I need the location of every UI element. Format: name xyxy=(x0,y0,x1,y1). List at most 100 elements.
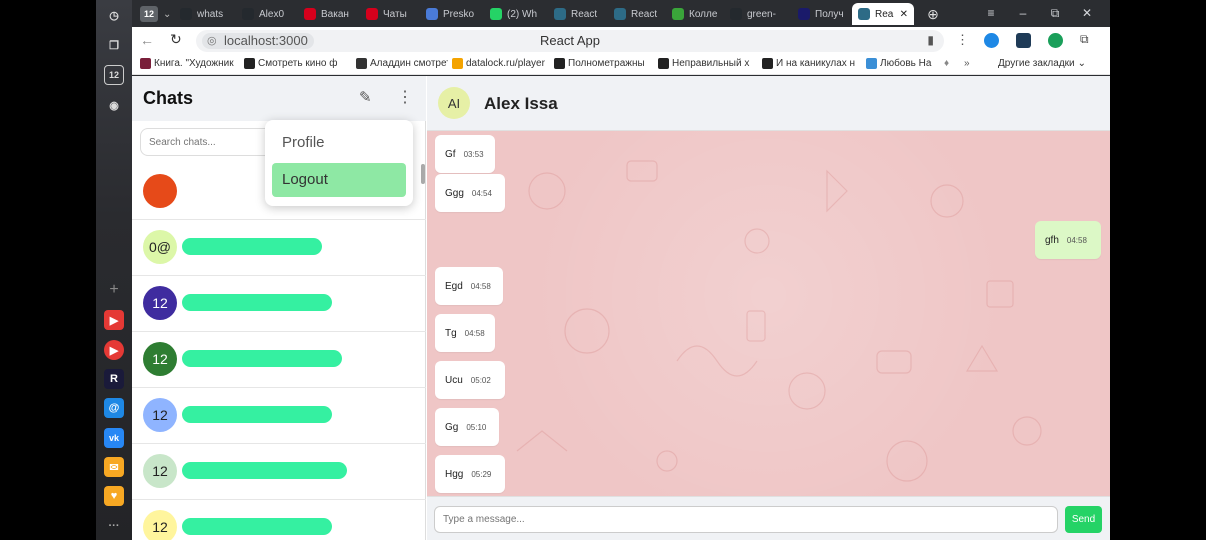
browser-tab[interactable]: Вакан xyxy=(298,3,358,25)
add-panel-icon[interactable]: + xyxy=(104,280,124,300)
chat-list-item[interactable]: 12 xyxy=(132,444,426,500)
url-chip[interactable]: ◎ localhost:3000 xyxy=(202,33,314,49)
chat-list-header: Chats ✎ ⋮ xyxy=(132,76,426,121)
youtube-music-icon[interactable]: ▶ xyxy=(104,340,124,360)
more-icon[interactable]: ··· xyxy=(104,516,124,536)
chat-list-panel: Chats ✎ ⋮ 0@ 12 12 12 12 12 Profile Logout xyxy=(132,76,426,540)
message-bubble-outgoing[interactable]: gfh 04:58 xyxy=(1035,221,1101,259)
browser-tab[interactable]: React xyxy=(548,3,606,25)
grammarly-icon[interactable] xyxy=(1048,33,1063,48)
more-bookmarks-icon[interactable]: » xyxy=(964,58,970,69)
tab-switcher[interactable]: 12 ⌄ xyxy=(134,3,170,25)
envelope-icon[interactable]: ✉ xyxy=(104,457,124,477)
close-tab-icon[interactable]: ✕ xyxy=(900,9,908,20)
browser-tab[interactable]: (2) Wh xyxy=(484,3,546,25)
bookmark-item[interactable]: Полнометражны xyxy=(554,58,654,69)
rutube-icon[interactable]: R xyxy=(104,369,124,389)
message-time: 05:10 xyxy=(466,422,487,432)
site-info-icon[interactable]: ◎ xyxy=(207,33,217,49)
heart-icon[interactable]: ♥ xyxy=(104,486,124,506)
redaction-mark xyxy=(182,462,347,479)
extensions-icon[interactable]: ⧉ xyxy=(1080,32,1089,47)
tab-count-badge: 12 xyxy=(140,6,158,22)
bookmark-item[interactable]: Книга. "Художник xyxy=(140,58,240,69)
message-area[interactable]: Gf 03:53 Ggg 04:54 gfh 04:58 Egd 04:58 Tg 04:58 Uc… xyxy=(427,131,1110,496)
vk-icon[interactable]: vk xyxy=(104,428,124,448)
more-vert-icon[interactable]: ⋮ xyxy=(397,87,413,107)
screenshot-icon[interactable]: ◉ xyxy=(104,95,124,115)
back-icon[interactable]: ← xyxy=(140,32,154,48)
chat-list-item[interactable]: 12 xyxy=(132,332,426,388)
bookmark-favicon-icon xyxy=(356,58,367,69)
omnibox[interactable]: React App ◎ localhost:3000 ▮ xyxy=(196,30,944,52)
github-icon xyxy=(242,8,254,20)
chevron-down-icon: ⌄ xyxy=(1077,58,1087,69)
message-bubble-incoming[interactable]: Gf 03:53 xyxy=(435,135,495,173)
address-bar: ← ↻ React App ◎ localhost:3000 ▮ ⋮ ⧉ ⤓ xyxy=(132,27,1110,55)
bookmark-label: Любовь На xyxy=(880,58,932,69)
menu-item-profile[interactable]: Profile xyxy=(272,128,406,158)
bookmark-favicon-icon xyxy=(762,58,773,69)
chat-list-item[interactable]: 12 xyxy=(132,388,426,444)
menu-item-logout[interactable]: Logout xyxy=(272,163,406,197)
chat-list-item[interactable]: 12 xyxy=(132,500,426,540)
browser-tab[interactable]: Получ xyxy=(792,3,850,25)
browser-tab[interactable]: whats xyxy=(174,3,234,25)
history-icon[interactable]: ◷ xyxy=(104,5,124,25)
chat-list-item[interactable]: 12 xyxy=(132,276,426,332)
chat-header: AI Alex Issa xyxy=(427,76,1110,131)
bookmarks-bar: Книга. "Художник Смотреть кино ф Аладдин с… xyxy=(132,55,1110,75)
chat-list-item[interactable]: 0@ xyxy=(132,220,426,276)
chat-list-title: Chats xyxy=(143,88,194,108)
more-vert-icon[interactable]: ⋮ xyxy=(956,32,969,48)
bookmark-label: И на каникулах н xyxy=(776,58,856,69)
menu-icon[interactable]: ≡ xyxy=(982,5,1000,21)
message-bubble-incoming[interactable]: Hgg 05:29 xyxy=(435,455,505,493)
minimize-icon[interactable]: – xyxy=(1014,5,1032,21)
browser-tab[interactable]: Чаты xyxy=(360,3,418,25)
youtube-icon[interactable]: ▶ xyxy=(104,310,124,330)
bookmark-favicon-icon xyxy=(244,58,255,69)
send-button[interactable]: Send xyxy=(1065,506,1102,533)
reload-icon[interactable]: ↻ xyxy=(170,31,182,48)
message-text: Tg xyxy=(445,327,457,339)
tab-count-icon[interactable]: 12 xyxy=(104,65,124,85)
browser-sidebar: ◷ ❐ 12 ◉ + ▶ ▶ R @ vk ✉ ♥ ··· xyxy=(96,0,132,540)
chat-list-scrollbar[interactable] xyxy=(421,164,425,184)
bookmark-item[interactable]: Любовь На xyxy=(866,58,940,69)
bookmark-extension-icon[interactable]: ♦ xyxy=(944,58,954,69)
message-bubble-incoming[interactable]: Ucu 05:02 xyxy=(435,361,505,399)
extension-icon[interactable] xyxy=(1016,33,1031,48)
bookmark-item[interactable]: И на каникулах н xyxy=(762,58,862,69)
tab-label: Чаты xyxy=(383,8,407,20)
contact-avatar[interactable]: AI xyxy=(438,87,470,119)
mail-icon[interactable]: @ xyxy=(104,398,124,418)
chat-window: AI Alex Issa Gf 03:53 Ggg 04:54 gfh 04:5… xyxy=(427,76,1110,540)
message-bubble-incoming[interactable]: Ggg 04:54 xyxy=(435,174,505,212)
other-bookmarks[interactable]: Другие закладки ⌄ xyxy=(998,58,1086,69)
browser-tab[interactable]: Rea ✕ xyxy=(852,3,914,25)
browser-tab[interactable]: React xyxy=(608,3,664,25)
message-bubble-incoming[interactable]: Tg 04:58 xyxy=(435,314,495,352)
new-tab-icon[interactable]: ⊕ xyxy=(922,3,944,25)
browser-tab[interactable]: Alex0 xyxy=(236,3,296,25)
collections-icon[interactable]: ❐ xyxy=(104,35,124,55)
extension-icon[interactable] xyxy=(984,33,999,48)
bookmark-icon[interactable]: ▮ xyxy=(927,33,934,47)
browser-tab[interactable]: Presko xyxy=(420,3,482,25)
message-text: Egd xyxy=(445,280,463,292)
message-bubble-incoming[interactable]: Gg 05:10 xyxy=(435,408,499,446)
compose-icon[interactable]: ✎ xyxy=(359,88,372,106)
bookmark-item[interactable]: Аладдин смотрет xyxy=(356,58,448,69)
browser-tab[interactable]: Колле xyxy=(666,3,722,25)
restore-icon[interactable]: ⧉ xyxy=(1046,5,1064,21)
bookmark-item[interactable]: Смотреть кино ф xyxy=(244,58,352,69)
bookmark-item[interactable]: datalock.ru/player xyxy=(452,58,550,69)
bookmark-item[interactable]: Неправильный х xyxy=(658,58,758,69)
message-input[interactable] xyxy=(434,506,1058,533)
browser-tab[interactable]: green- xyxy=(724,3,790,25)
tab-label: Получ xyxy=(815,8,844,20)
message-bubble-incoming[interactable]: Egd 04:58 xyxy=(435,267,503,305)
message-time: 04:58 xyxy=(1066,235,1087,245)
close-window-icon[interactable]: ✕ xyxy=(1078,5,1096,21)
